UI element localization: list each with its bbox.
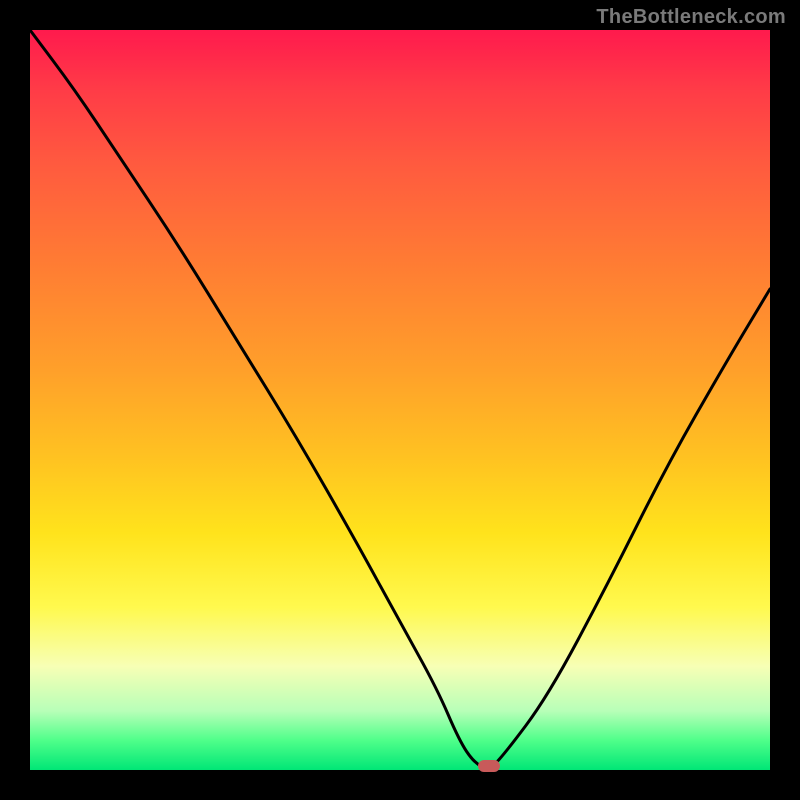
watermark-label: TheBottleneck.com — [596, 6, 786, 29]
chart-frame: TheBottleneck.com — [0, 0, 800, 800]
curve-svg — [30, 30, 770, 770]
plot-area — [30, 30, 770, 770]
bottleneck-curve-path — [30, 30, 770, 768]
optimal-point-marker — [478, 760, 500, 772]
